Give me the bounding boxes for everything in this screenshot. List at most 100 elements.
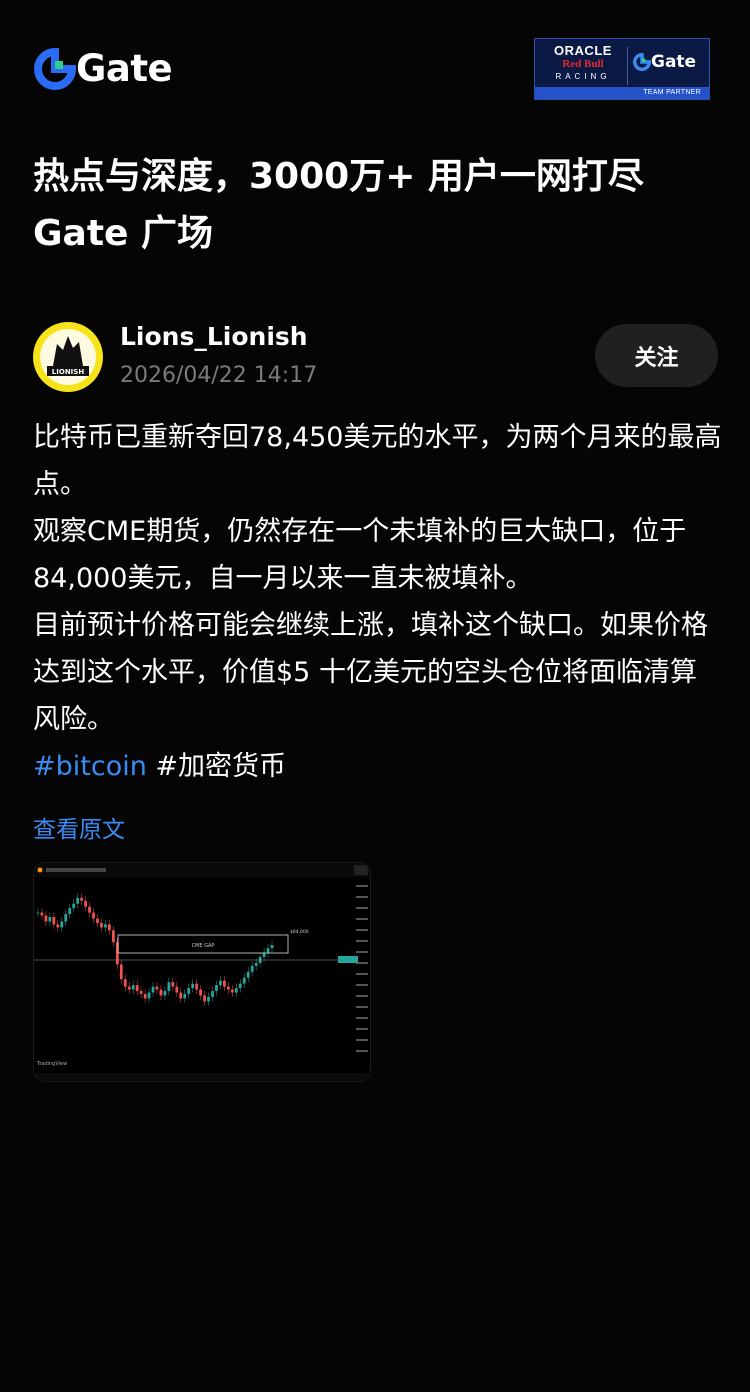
candle-body	[68, 908, 72, 915]
candle-body	[147, 992, 151, 999]
candle-body	[207, 996, 210, 1002]
tag-crypto[interactable]: #加密货币	[155, 751, 286, 782]
candle-body	[111, 930, 115, 943]
price-axis-tick	[356, 951, 368, 953]
app-header: Gate ORACLE Red Bull RACING Gate TEAM PA…	[0, 0, 750, 130]
current-price-tag	[338, 956, 358, 963]
candle-body	[155, 986, 159, 990]
gate-logo-icon	[34, 47, 76, 90]
candle-body	[163, 991, 167, 996]
price-axis-tick	[356, 1028, 368, 1030]
gap-price-label: $84,000	[290, 929, 309, 935]
candle-body	[183, 994, 187, 999]
candle-body	[226, 986, 230, 990]
candle-body	[84, 900, 87, 907]
candle-body	[127, 986, 131, 990]
candle-body	[254, 962, 258, 966]
candle-body	[36, 912, 40, 914]
candle-body	[100, 922, 103, 928]
page-headline: 热点与深度，3000万+ 用户一网打尽 Gate 广场	[33, 148, 723, 262]
candle-body	[167, 982, 171, 992]
author-name[interactable]: Lions_Lionish	[120, 322, 308, 351]
candle-body	[96, 918, 99, 923]
post-tags: #bitcoin #加密货币	[33, 743, 723, 790]
candle-body	[135, 985, 139, 992]
price-axis-tick	[356, 929, 368, 931]
oracle-redbull-racing-logo: ORACLE Red Bull RACING	[541, 44, 625, 88]
candle-body	[171, 982, 175, 987]
partner-gate-text: Gate	[651, 52, 697, 72]
tradingview-watermark: TradingView	[36, 1061, 67, 1067]
candle-body	[191, 983, 195, 989]
candle-body	[72, 903, 76, 909]
partner-gate-logo: Gate	[633, 52, 696, 72]
candle-body	[64, 914, 68, 922]
candle-body	[40, 912, 44, 916]
candle-body	[123, 979, 127, 987]
candle-body	[234, 988, 238, 993]
lion-avatar-icon: LIONISH	[35, 324, 101, 390]
candle-body	[56, 924, 60, 928]
candle-body	[159, 989, 163, 996]
partner-divider	[627, 47, 628, 85]
author-row: LIONISH Lions_Lionish 2026/04/22 14:17 关…	[33, 320, 723, 392]
candle-body	[238, 983, 242, 989]
chart-image[interactable]: CME GAP $84,000 TradingView	[33, 862, 371, 1082]
candle-body	[80, 897, 84, 901]
headline-line-2: Gate 广场	[33, 213, 214, 254]
redbull-text: Red Bull	[562, 58, 604, 70]
candle-body	[187, 988, 191, 994]
team-partner-label: TEAM PARTNER	[535, 87, 709, 99]
price-axis-tick	[356, 918, 368, 920]
bitcoin-icon	[37, 867, 43, 873]
price-axis-tick	[356, 1050, 368, 1052]
follow-button[interactable]: 关注	[595, 324, 718, 387]
chart-svg: CME GAP $84,000 TradingView	[34, 863, 370, 1081]
candle-body	[223, 980, 226, 987]
price-axis-tick	[356, 1017, 368, 1019]
price-axis-tick	[356, 995, 368, 997]
price-axis-tick	[356, 973, 368, 975]
candle-body	[52, 917, 56, 925]
cme-gap-label: CME GAP	[192, 943, 215, 949]
candle-body	[44, 915, 48, 922]
candle-body	[246, 971, 250, 978]
candle-body	[179, 992, 183, 999]
candle-body	[219, 980, 222, 986]
post-timestamp: 2026/04/22 14:17	[120, 363, 318, 388]
post-paragraph: 目前预计价格可能会继续上涨，填补这个缺口。如果价格达到这个水平，价值$5 十亿美…	[33, 610, 708, 735]
view-original-link[interactable]: 查看原文	[33, 810, 125, 844]
chart-symbol-label	[46, 868, 106, 872]
price-axis-tick	[356, 907, 368, 909]
candle-body	[195, 983, 199, 990]
candle-body	[104, 924, 107, 928]
price-axis-tick	[356, 1039, 368, 1041]
candle-body	[250, 965, 254, 972]
avatar-text: LIONISH	[52, 368, 85, 376]
team-partner-banner: ORACLE Red Bull RACING Gate TEAM PARTNER	[534, 38, 710, 100]
price-axis-tick	[356, 896, 368, 898]
price-axis-tick	[356, 1006, 368, 1008]
post-paragraph: 比特币已重新夺回78,450美元的水平，为两个月来的最高点。	[33, 422, 722, 500]
candle-body	[119, 964, 123, 980]
chart-bottom-toolbar	[34, 1073, 370, 1081]
candle-body	[266, 948, 270, 953]
headline-line-1: 热点与深度，3000万+ 用户一网打尽	[33, 156, 644, 197]
candle-body	[131, 985, 135, 990]
candle-body	[88, 906, 91, 913]
racing-text: RACING	[555, 72, 611, 81]
candle-body	[92, 912, 95, 919]
candle-body	[143, 994, 147, 999]
candle-body	[230, 989, 234, 993]
gate-logo[interactable]: Gate	[34, 47, 173, 90]
candle-body	[76, 897, 80, 904]
oracle-text: ORACLE	[554, 43, 612, 58]
price-axis-tick	[356, 885, 368, 887]
candle-body	[139, 991, 143, 994]
candle-body	[242, 977, 246, 984]
partner-gate-icon	[633, 53, 651, 71]
candle-body	[48, 917, 52, 922]
avatar[interactable]: LIONISH	[33, 322, 103, 392]
candle-body	[211, 991, 214, 997]
tag-bitcoin[interactable]: #bitcoin	[33, 751, 147, 782]
